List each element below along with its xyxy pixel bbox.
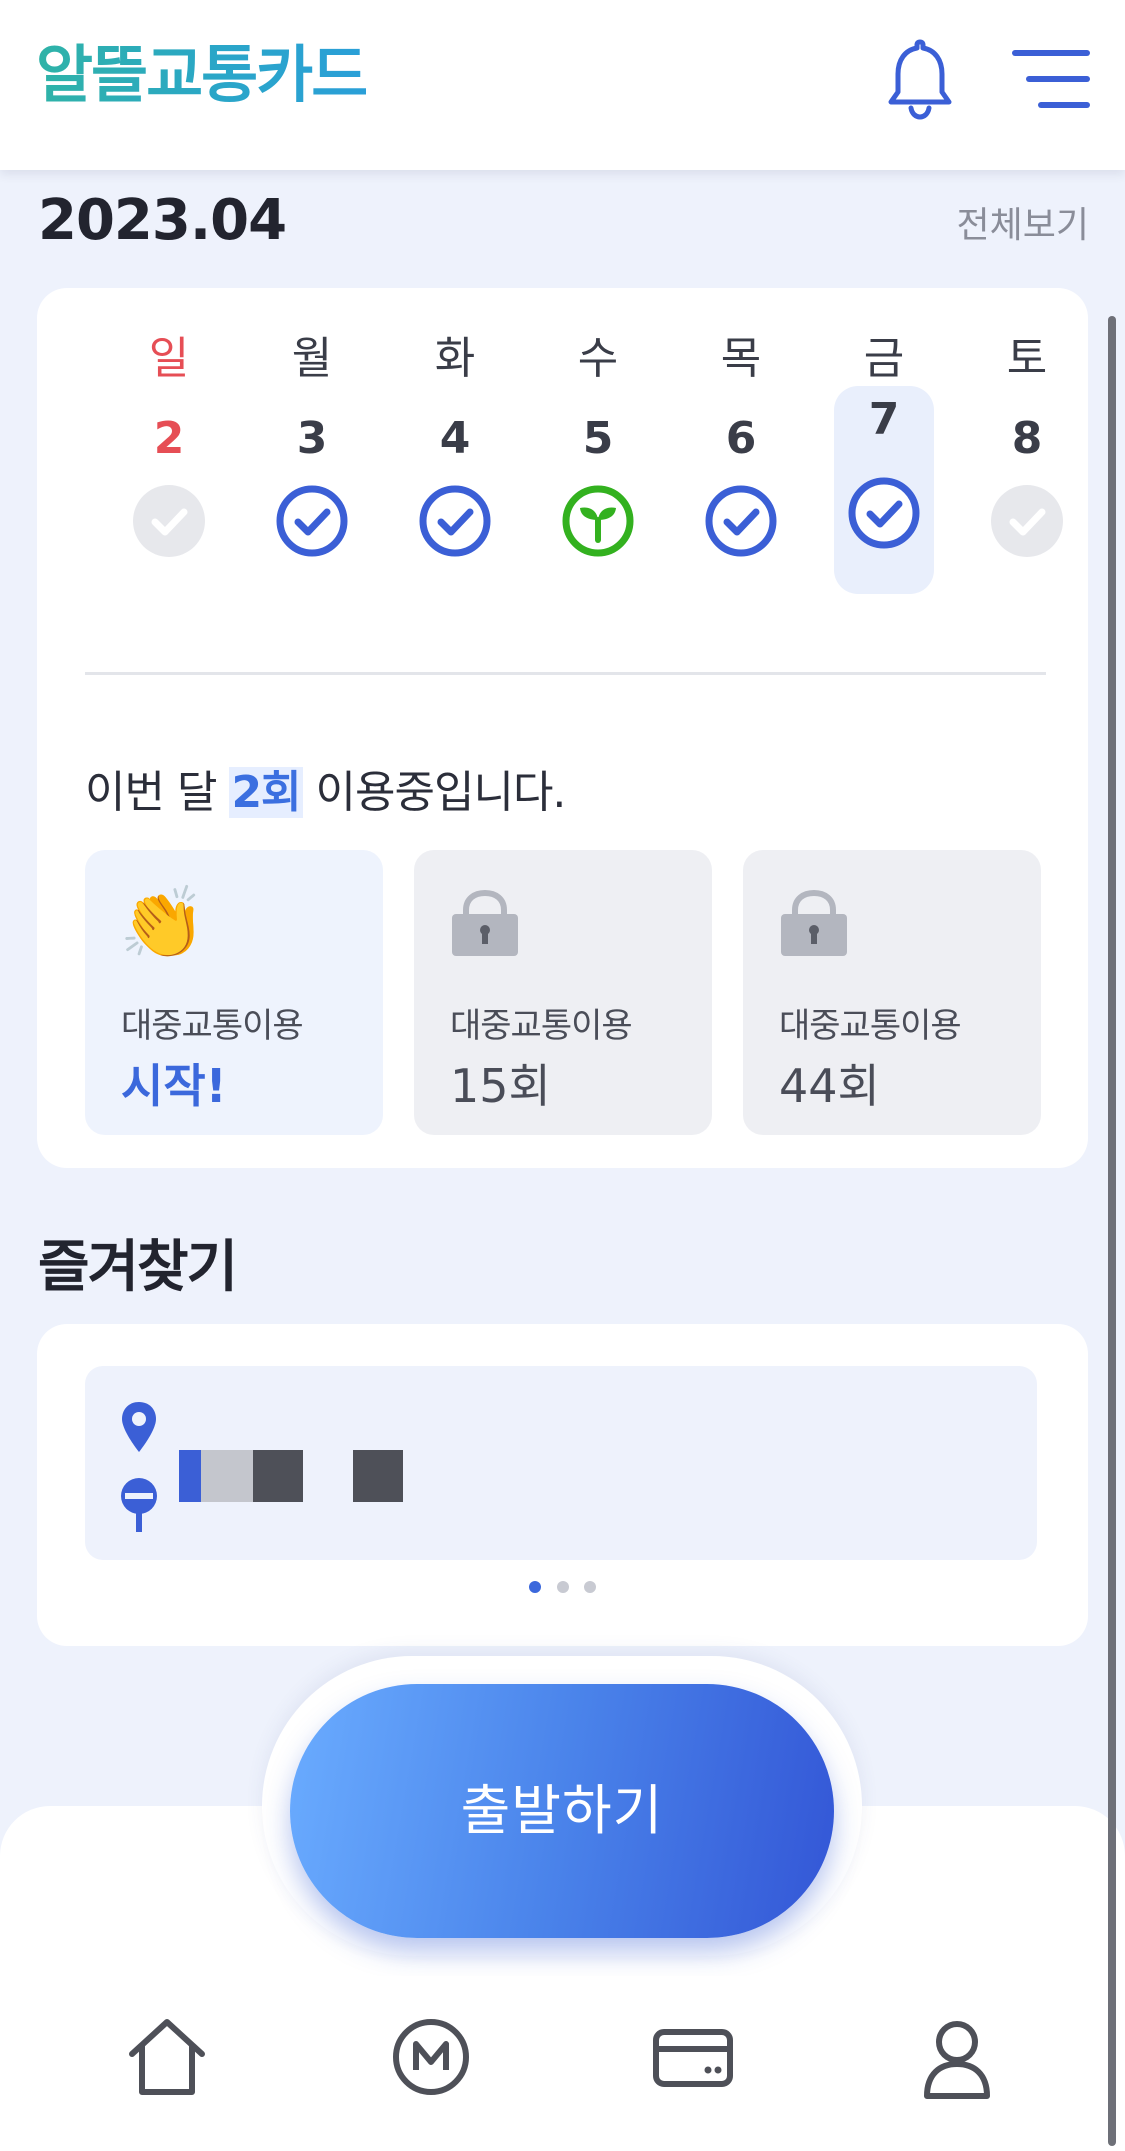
page-dot-active[interactable] bbox=[529, 1581, 542, 1593]
app-header: 알뜰교통카드 bbox=[0, 0, 1125, 170]
date-number: 2 bbox=[153, 413, 185, 464]
clapping-hands-icon: 👏 bbox=[119, 882, 207, 964]
weekday-label: 토 bbox=[1006, 333, 1048, 384]
day-column-saturday[interactable]: 토 8 bbox=[977, 324, 1077, 564]
page-indicator bbox=[37, 1578, 1088, 1597]
favorites-card bbox=[37, 1324, 1088, 1646]
weekday-label: 금 bbox=[863, 333, 905, 384]
monthly-usage-text: 이번 달 2회 이용중입니다. bbox=[85, 756, 567, 820]
date-number: 5 bbox=[582, 413, 614, 464]
date-number: 7 bbox=[868, 394, 900, 445]
week-row: 일 2 월 3 화 4 수 5 목 6 금 7 토 8 bbox=[85, 324, 1085, 604]
scrollbar[interactable] bbox=[1108, 316, 1116, 2146]
date-number: 6 bbox=[725, 413, 757, 464]
app-logo[interactable]: 알뜰교통카드 bbox=[36, 24, 368, 114]
check-circle-icon bbox=[848, 477, 920, 549]
weekday-label: 화 bbox=[434, 333, 476, 384]
page-dot[interactable] bbox=[556, 1581, 569, 1593]
favorite-route-item[interactable] bbox=[85, 1366, 1037, 1560]
check-circle-icon bbox=[419, 485, 491, 557]
bus-stop-icon bbox=[121, 1478, 157, 1532]
badge-start[interactable]: 👏 대중교통이용 시작! bbox=[85, 850, 383, 1135]
day-column-tuesday[interactable]: 화 4 bbox=[405, 324, 505, 564]
attendance-calendar-card: 일 2 월 3 화 4 수 5 목 6 금 7 토 8 이번 달 2회 이용중입… bbox=[37, 288, 1088, 1168]
date-number: 4 bbox=[439, 413, 471, 464]
favorites-title: 즐겨찾기 bbox=[38, 1235, 238, 1300]
redacted-block bbox=[253, 1450, 303, 1502]
day-column-friday-today[interactable]: 금 7 bbox=[834, 333, 934, 594]
badge-label: 대중교통이용 bbox=[121, 1006, 304, 1046]
hamburger-menu-icon[interactable] bbox=[1012, 50, 1090, 110]
inactive-check-icon bbox=[991, 485, 1063, 557]
badge-15-uses[interactable]: 대중교통이용 15회 bbox=[414, 850, 712, 1135]
badge-value: 시작! bbox=[121, 1059, 227, 1113]
weekday-label: 목 bbox=[720, 333, 762, 384]
metro-m-icon[interactable] bbox=[386, 2012, 476, 2102]
date-number: 3 bbox=[296, 413, 328, 464]
divider bbox=[85, 672, 1046, 675]
inactive-check-icon bbox=[133, 485, 205, 557]
lock-icon bbox=[452, 890, 518, 956]
bell-icon[interactable] bbox=[885, 36, 955, 122]
badge-label: 대중교통이용 bbox=[450, 1006, 633, 1046]
profile-icon[interactable] bbox=[912, 2012, 1002, 2102]
page-dot[interactable] bbox=[583, 1581, 596, 1593]
view-all-link[interactable]: 전체보기 bbox=[957, 196, 1089, 248]
date-number: 8 bbox=[1011, 413, 1043, 464]
start-trip-button[interactable]: 출발하기 bbox=[290, 1684, 834, 1938]
card-icon[interactable] bbox=[648, 2012, 738, 2102]
badge-value: 44회 bbox=[779, 1059, 880, 1113]
day-column-thursday[interactable]: 목 6 bbox=[691, 324, 791, 564]
weekday-label: 수 bbox=[577, 333, 619, 384]
weekday-label: 월 bbox=[291, 333, 333, 384]
badge-value: 15회 bbox=[450, 1059, 551, 1113]
sprout-icon bbox=[562, 485, 634, 557]
redacted-block bbox=[201, 1450, 253, 1502]
day-column-wednesday[interactable]: 수 5 bbox=[548, 324, 648, 564]
usage-count: 2회 bbox=[229, 767, 303, 818]
check-circle-icon bbox=[705, 485, 777, 557]
redacted-block bbox=[353, 1450, 403, 1502]
badge-44-uses[interactable]: 대중교통이용 44회 bbox=[743, 850, 1041, 1135]
lock-icon bbox=[781, 890, 847, 956]
location-pin-icon bbox=[122, 1402, 156, 1452]
usage-prefix: 이번 달 bbox=[85, 767, 217, 818]
check-circle-icon bbox=[276, 485, 348, 557]
redacted-block bbox=[179, 1450, 201, 1502]
day-column-monday[interactable]: 월 3 bbox=[262, 324, 362, 564]
home-icon[interactable] bbox=[122, 2012, 212, 2102]
usage-badges: 👏 대중교통이용 시작! 대중교통이용 15회 대중교통이용 44회 bbox=[85, 850, 1045, 1135]
day-column-sunday[interactable]: 일 2 bbox=[119, 324, 219, 564]
badge-label: 대중교통이용 bbox=[779, 1006, 962, 1046]
usage-suffix: 이용중입니다. bbox=[315, 767, 567, 818]
weekday-label: 일 bbox=[148, 333, 190, 384]
month-title: 2023.04 bbox=[38, 188, 287, 253]
bottom-tab-bar bbox=[0, 1976, 1125, 2151]
